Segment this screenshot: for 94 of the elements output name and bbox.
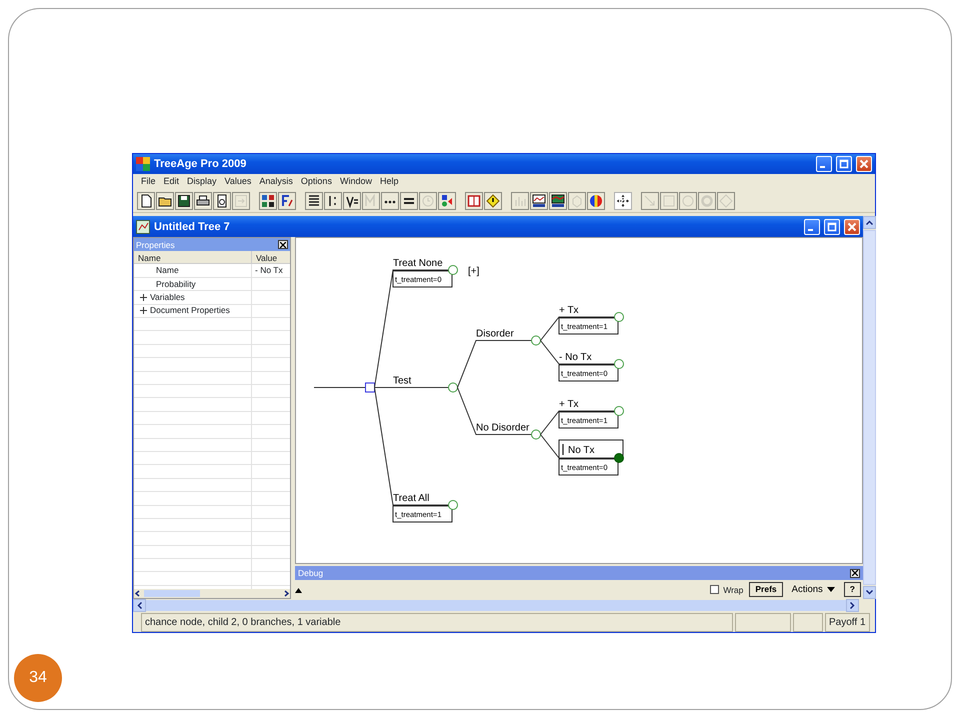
color-wheel-icon[interactable] [587,192,605,210]
print-icon[interactable] [194,192,212,210]
help-book-icon[interactable] [465,192,483,210]
window-title: TreeAge Pro 2009 [154,156,248,172]
collapse-marker[interactable]: [+] [468,266,480,278]
menu-item[interactable]: Edit [160,175,184,189]
close-icon [859,158,869,169]
minimize-icon [820,166,825,168]
close-button[interactable] [850,568,860,578]
slide-number: 34 [14,654,62,702]
status-pane [735,613,791,632]
maximize-button[interactable] [824,218,840,235]
property-name: Document Properties [150,304,230,318]
property-name: Name [156,264,179,278]
scrollbar-thumb[interactable] [146,600,846,611]
scroll-up-icon[interactable] [295,586,302,593]
menu-item[interactable]: Display [183,175,221,189]
scroll-up-icon[interactable] [863,216,876,230]
decision-node[interactable] [365,382,375,393]
branch-label[interactable]: - No Tx [559,352,592,364]
wrap-checkbox[interactable]: Wrap [710,584,744,596]
help-button[interactable]: ? [844,582,861,598]
grid-icon[interactable] [259,192,277,210]
terminal-node[interactable] [614,312,624,322]
tree-list-icon[interactable] [305,192,323,210]
print-preview-icon[interactable] [213,192,231,210]
panel-title: Properties [136,238,175,252]
document-title: Untitled Tree 7 [154,220,231,235]
warning-icon[interactable] [484,192,502,210]
status-mode: Payoff 1 [825,613,870,632]
panel-title: Debug [298,567,324,580]
terminal-node[interactable] [614,406,624,416]
property-value: - No Tx [255,264,283,278]
column-header[interactable]: Name [134,251,252,264]
menu-item[interactable]: Values [220,175,256,189]
scroll-right-icon[interactable] [846,598,859,612]
menu-item[interactable]: Help [376,175,402,189]
scroll-left-icon[interactable] [134,590,141,598]
branch-label[interactable]: + Tx [559,305,579,316]
document-icon [136,220,150,234]
variable-icon[interactable] [343,192,361,210]
move-icon[interactable] [614,192,632,210]
formula-icon[interactable] [278,192,296,210]
column-header[interactable]: Value [252,251,282,264]
app-logo-icon [136,156,150,171]
label-edit-field[interactable]: No Tx [558,440,624,459]
branch-label[interactable]: Disorder [476,328,514,340]
sensitivity-chart-icon[interactable] [549,192,567,210]
maximize-icon [827,222,837,232]
property-name: Probability [156,278,196,290]
scroll-right-icon[interactable] [283,590,290,598]
equals-icon[interactable] [400,192,418,210]
scrollbar-thumb[interactable] [863,230,876,586]
actions-button[interactable]: Actions [788,582,838,598]
branch-label[interactable]: No Disorder [476,422,530,434]
minimize-button[interactable] [816,156,832,172]
chance-node[interactable] [448,382,458,393]
menu-item[interactable]: Window [336,175,376,189]
status-pane [793,613,823,632]
open-folder-icon[interactable] [156,192,174,210]
ellipsis-icon[interactable] [381,192,399,210]
terminal-node[interactable] [448,265,458,276]
branch-label[interactable]: Treat None [393,258,443,270]
chance-node[interactable] [531,430,541,440]
menu-item[interactable]: File [137,175,160,189]
root-line [314,387,366,388]
property-name: Variables [150,291,185,304]
chance-node[interactable] [531,336,541,346]
caret-icon [826,587,835,592]
sensitivity-chart-icon[interactable] [530,192,548,210]
branch-label[interactable]: Treat All [393,493,430,504]
close-icon [847,222,857,232]
status-text: chance node, child 2, 0 branches, 1 variable [141,613,733,632]
expand-icon[interactable] [140,307,147,314]
branch-label[interactable]: Test [393,376,412,387]
close-button[interactable] [278,240,288,250]
minimize-button[interactable] [804,218,820,235]
maximize-button[interactable] [836,156,852,172]
terminal-node[interactable] [614,359,624,370]
new-file-icon[interactable] [137,192,155,210]
branch-label[interactable]: + Tx [559,399,579,410]
maximize-icon [839,158,849,169]
scroll-down-icon[interactable] [863,586,876,600]
save-icon[interactable] [175,192,193,210]
scroll-left-icon[interactable] [133,598,146,612]
shapes-icon[interactable] [438,192,456,210]
minimize-icon [808,228,813,231]
expand-icon[interactable] [140,294,147,301]
menu-item[interactable]: Options [296,175,336,189]
terminal-node[interactable] [448,500,458,510]
colon-list-icon[interactable] [324,192,342,210]
scrollbar-thumb[interactable] [144,590,200,598]
prefs-button[interactable]: Prefs [749,582,783,598]
menu-item[interactable]: Analysis [255,175,297,189]
